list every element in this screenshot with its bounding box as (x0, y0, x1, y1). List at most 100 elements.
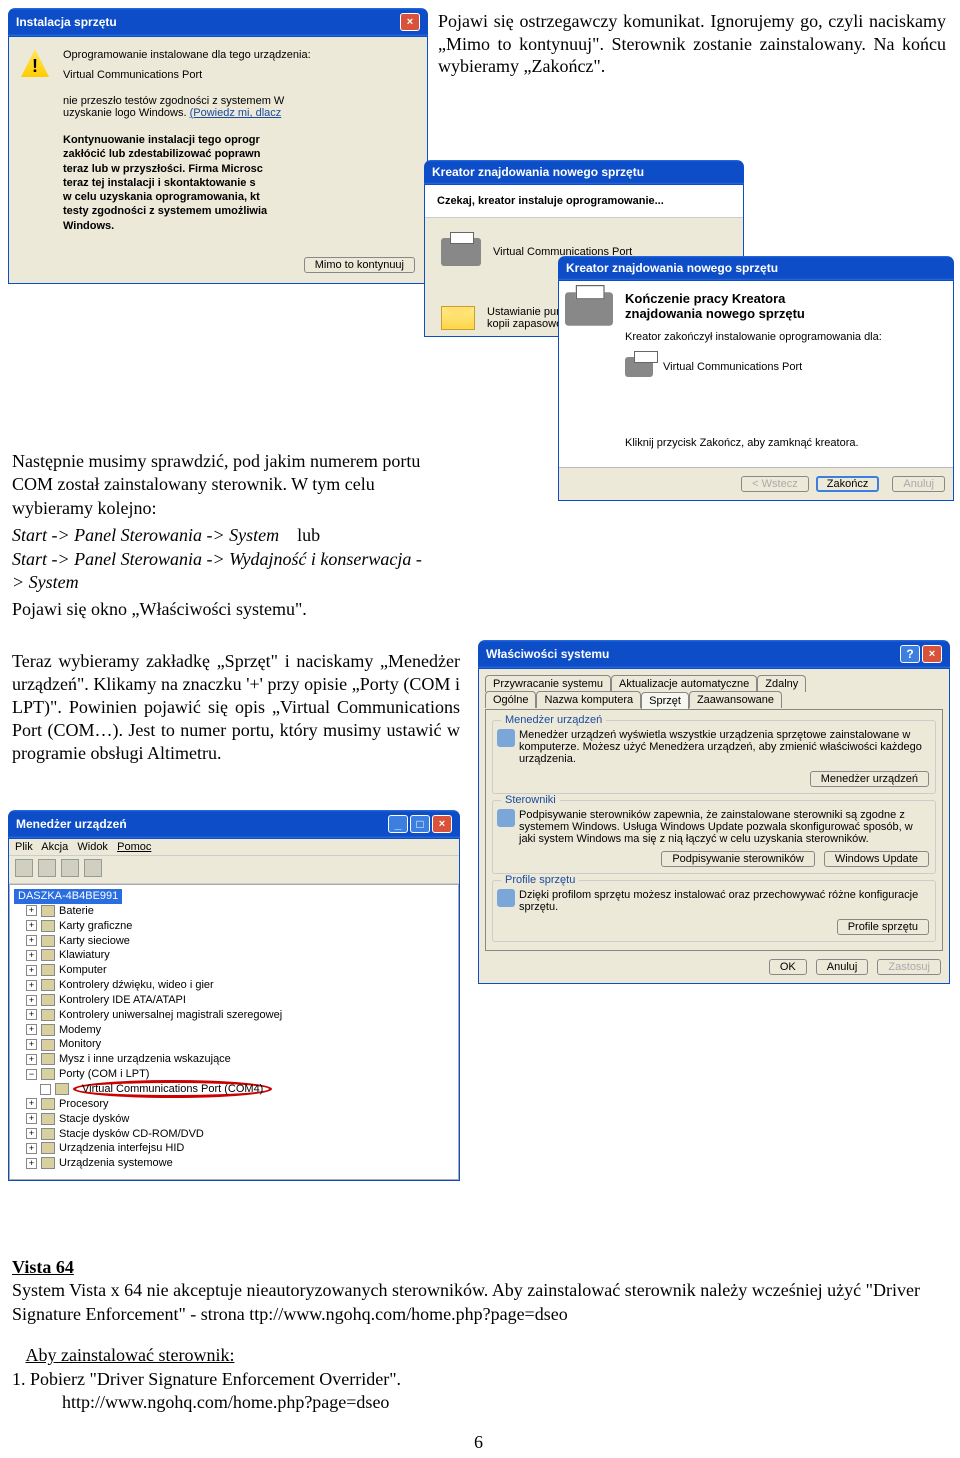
expand-icon[interactable] (40, 1084, 51, 1095)
device-manager-button[interactable]: Menedżer urządzeń (810, 771, 929, 787)
close-icon[interactable]: × (400, 13, 420, 31)
minimize-icon[interactable]: _ (388, 815, 408, 833)
tree-item[interactable]: Virtual Communications Port (COM4) (26, 1082, 454, 1097)
cancel-button[interactable]: Anuluj (816, 959, 869, 975)
txt: Windows. (63, 219, 415, 233)
txt: Dzięki profilom sprzętu możesz instalowa… (519, 889, 929, 913)
link[interactable]: (Powiedz mi, dlacz (190, 107, 282, 119)
expand-icon[interactable]: + (26, 920, 37, 931)
expand-icon[interactable]: − (26, 1069, 37, 1080)
tab-hardware[interactable]: Sprzęt (641, 692, 689, 709)
expand-icon[interactable]: + (26, 965, 37, 976)
txt: nie przeszło testów zgodności z systemem… (63, 95, 284, 107)
close-icon[interactable]: × (432, 815, 452, 833)
title: Kreator znajdowania nowego sprzętu (432, 165, 644, 179)
device-manager-paragraph: Teraz wybieramy zakładkę „Sprzęt" i naci… (12, 650, 460, 765)
tree-item[interactable]: +Monitory (26, 1037, 454, 1052)
menu-item[interactable]: Plik (15, 841, 33, 853)
install-dialog: Instalacja sprzętu × ! Oprogramowanie in… (8, 8, 428, 284)
tree-item[interactable]: +Urządzenia systemowe (26, 1156, 454, 1171)
menu-item[interactable]: Akcja (41, 841, 68, 853)
expand-icon[interactable]: + (26, 935, 37, 946)
tree-item[interactable]: +Kontrolery dźwięku, wideo i gier (26, 978, 454, 993)
printer-icon (565, 292, 613, 326)
menu-item[interactable]: Widok (77, 841, 108, 853)
cancel-button: Anuluj (892, 476, 945, 492)
expand-icon[interactable]: + (26, 1128, 37, 1139)
tab[interactable]: Ogólne (485, 691, 536, 708)
expand-icon[interactable]: + (26, 1024, 37, 1035)
txt: testy zgodności z systemem umożliwia (63, 204, 415, 218)
toolbar-icon[interactable] (15, 859, 33, 877)
expand-icon[interactable]: + (26, 1113, 37, 1124)
expand-icon[interactable]: + (26, 995, 37, 1006)
tab[interactable]: Nazwa komputera (536, 691, 641, 708)
tree-item[interactable]: +Procesory (26, 1097, 454, 1112)
tree-item[interactable]: +Baterie (26, 904, 454, 919)
profiles-icon (497, 889, 515, 907)
expand-icon[interactable]: + (26, 1158, 37, 1169)
maximize-icon[interactable]: □ (410, 815, 430, 833)
device-icon (41, 1142, 55, 1154)
title: Menedżer urządzeń (16, 817, 127, 831)
tree-root[interactable]: DASZKA-4B4BE991 (14, 889, 122, 904)
device: Virtual Communications Port (663, 361, 802, 373)
titlebar: Menedżer urządzeń _ □ × (8, 810, 460, 838)
tree-item[interactable]: +Modemy (26, 1023, 454, 1038)
tab[interactable]: Przywracanie systemu (485, 675, 611, 692)
txt: Kliknij przycisk Zakończ, aby zamknąć kr… (625, 437, 943, 449)
finish-button[interactable]: Zakończ (816, 476, 880, 492)
txt: Podpisywanie sterowników zapewnia, że za… (519, 809, 929, 845)
tree-item[interactable]: +Klawiatury (26, 948, 454, 963)
txt: teraz tej instalacji i skontaktowanie s (63, 176, 415, 190)
url: http://www.ngohq.com/home.php?page=dseo (12, 1391, 942, 1414)
device-icon (41, 964, 55, 976)
menu-item[interactable]: Pomoc (117, 841, 151, 853)
expand-icon[interactable]: + (26, 1143, 37, 1154)
toolbar-icon[interactable] (84, 859, 102, 877)
expand-icon[interactable]: + (26, 1054, 37, 1065)
device-icon (41, 920, 55, 932)
tree-item[interactable]: +Stacje dysków CD-ROM/DVD (26, 1127, 454, 1142)
tab[interactable]: Aktualizacje automatyczne (611, 675, 757, 692)
toolbar-icon[interactable] (61, 859, 79, 877)
txt: System Vista x 64 nie akceptuje nieautor… (12, 1279, 942, 1326)
install-title: Instalacja sprzętu (16, 15, 117, 29)
tab[interactable]: Zaawansowane (689, 691, 782, 708)
txt: Kreator zakończył instalowanie oprogramo… (625, 331, 943, 343)
txt: zakłócić lub zdestabilizować poprawn (63, 147, 415, 161)
toolbar-icon[interactable] (38, 859, 56, 877)
titlebar: Kreator znajdowania nowego sprzętu (424, 160, 744, 184)
group-label: Sterowniki (501, 794, 560, 806)
close-icon[interactable]: × (922, 645, 942, 663)
windows-update-button[interactable]: Windows Update (824, 851, 929, 867)
tree-item[interactable]: −Porty (COM i LPT) (26, 1067, 454, 1082)
expand-icon[interactable]: + (26, 905, 37, 916)
ok-button[interactable]: OK (769, 959, 807, 975)
expand-icon[interactable]: + (26, 1039, 37, 1050)
nav-a: Start -> Panel Sterowania -> System (12, 525, 279, 545)
tree-item[interactable]: +Karty sieciowe (26, 934, 454, 949)
tree-item[interactable]: +Stacje dysków (26, 1112, 454, 1127)
expand-icon[interactable]: + (26, 980, 37, 991)
continue-button[interactable]: Mimo to kontynuuj (304, 257, 415, 273)
hardware-profiles-button[interactable]: Profile sprzętu (837, 919, 929, 935)
tree-item[interactable]: +Karty graficzne (26, 919, 454, 934)
tree-item[interactable]: +Mysz i inne urządzenia wskazujące (26, 1052, 454, 1067)
tree-item[interactable]: +Komputer (26, 963, 454, 978)
txt: uzyskanie logo Windows. (63, 107, 187, 119)
device-icon (41, 994, 55, 1006)
driver-signing-button[interactable]: Podpisywanie sterowników (661, 851, 814, 867)
expand-icon[interactable]: + (26, 1098, 37, 1109)
tree-item[interactable]: +Kontrolery IDE ATA/ATAPI (26, 993, 454, 1008)
nav-lub: lub (297, 525, 320, 545)
txt: w celu uzyskania oprogramowania, kt (63, 190, 415, 204)
help-icon[interactable]: ? (900, 645, 920, 663)
tree-item[interactable]: +Urządzenia interfejsu HID (26, 1141, 454, 1156)
group-drivers: Sterowniki Podpisywanie sterowników zape… (492, 800, 936, 874)
tab[interactable]: Zdalny (757, 675, 806, 692)
tree-item[interactable]: +Kontrolery uniwersalnej magistrali szer… (26, 1008, 454, 1023)
expand-icon[interactable]: + (26, 1009, 37, 1020)
device-icon (41, 935, 55, 947)
expand-icon[interactable]: + (26, 950, 37, 961)
